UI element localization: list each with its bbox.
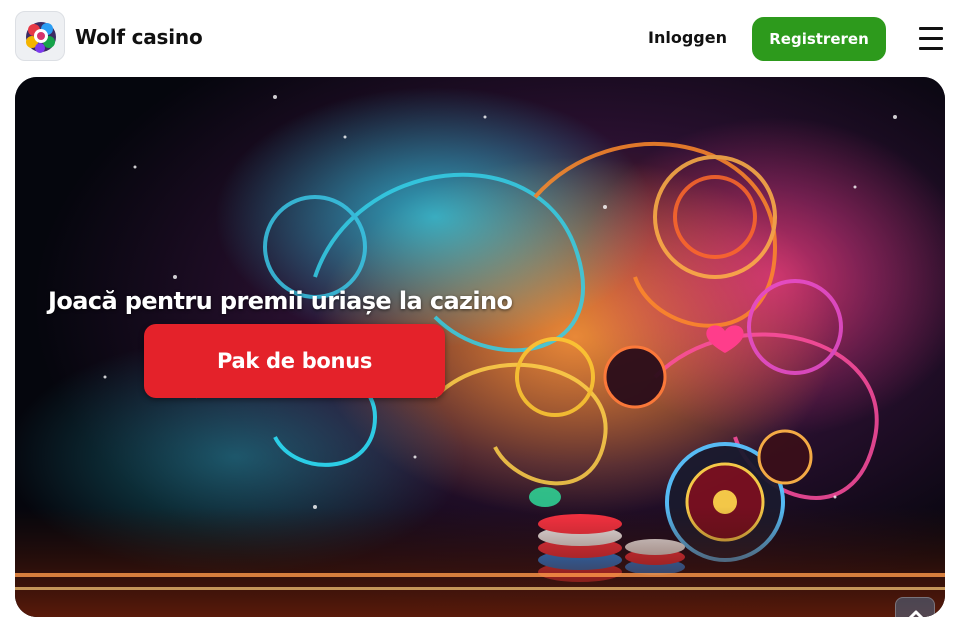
claim-bonus-button[interactable]: Pak de bonus — [144, 324, 445, 398]
scroll-to-top-button[interactable] — [895, 597, 935, 617]
hero-title: Joacă pentru premii uriașe la cazino — [48, 287, 513, 315]
register-button[interactable]: Registreren — [752, 17, 886, 61]
casino-chips-logo-icon[interactable] — [15, 11, 65, 61]
login-link[interactable]: Inloggen — [648, 28, 727, 47]
hamburger-menu-icon[interactable] — [914, 23, 948, 55]
hero-banner: Joacă pentru premii uriașe la cazino Pak… — [15, 77, 945, 617]
chevron-up-icon — [908, 610, 924, 617]
site-header: Wolf casino Inloggen Registreren — [0, 0, 960, 76]
site-name[interactable]: Wolf casino — [75, 25, 203, 49]
